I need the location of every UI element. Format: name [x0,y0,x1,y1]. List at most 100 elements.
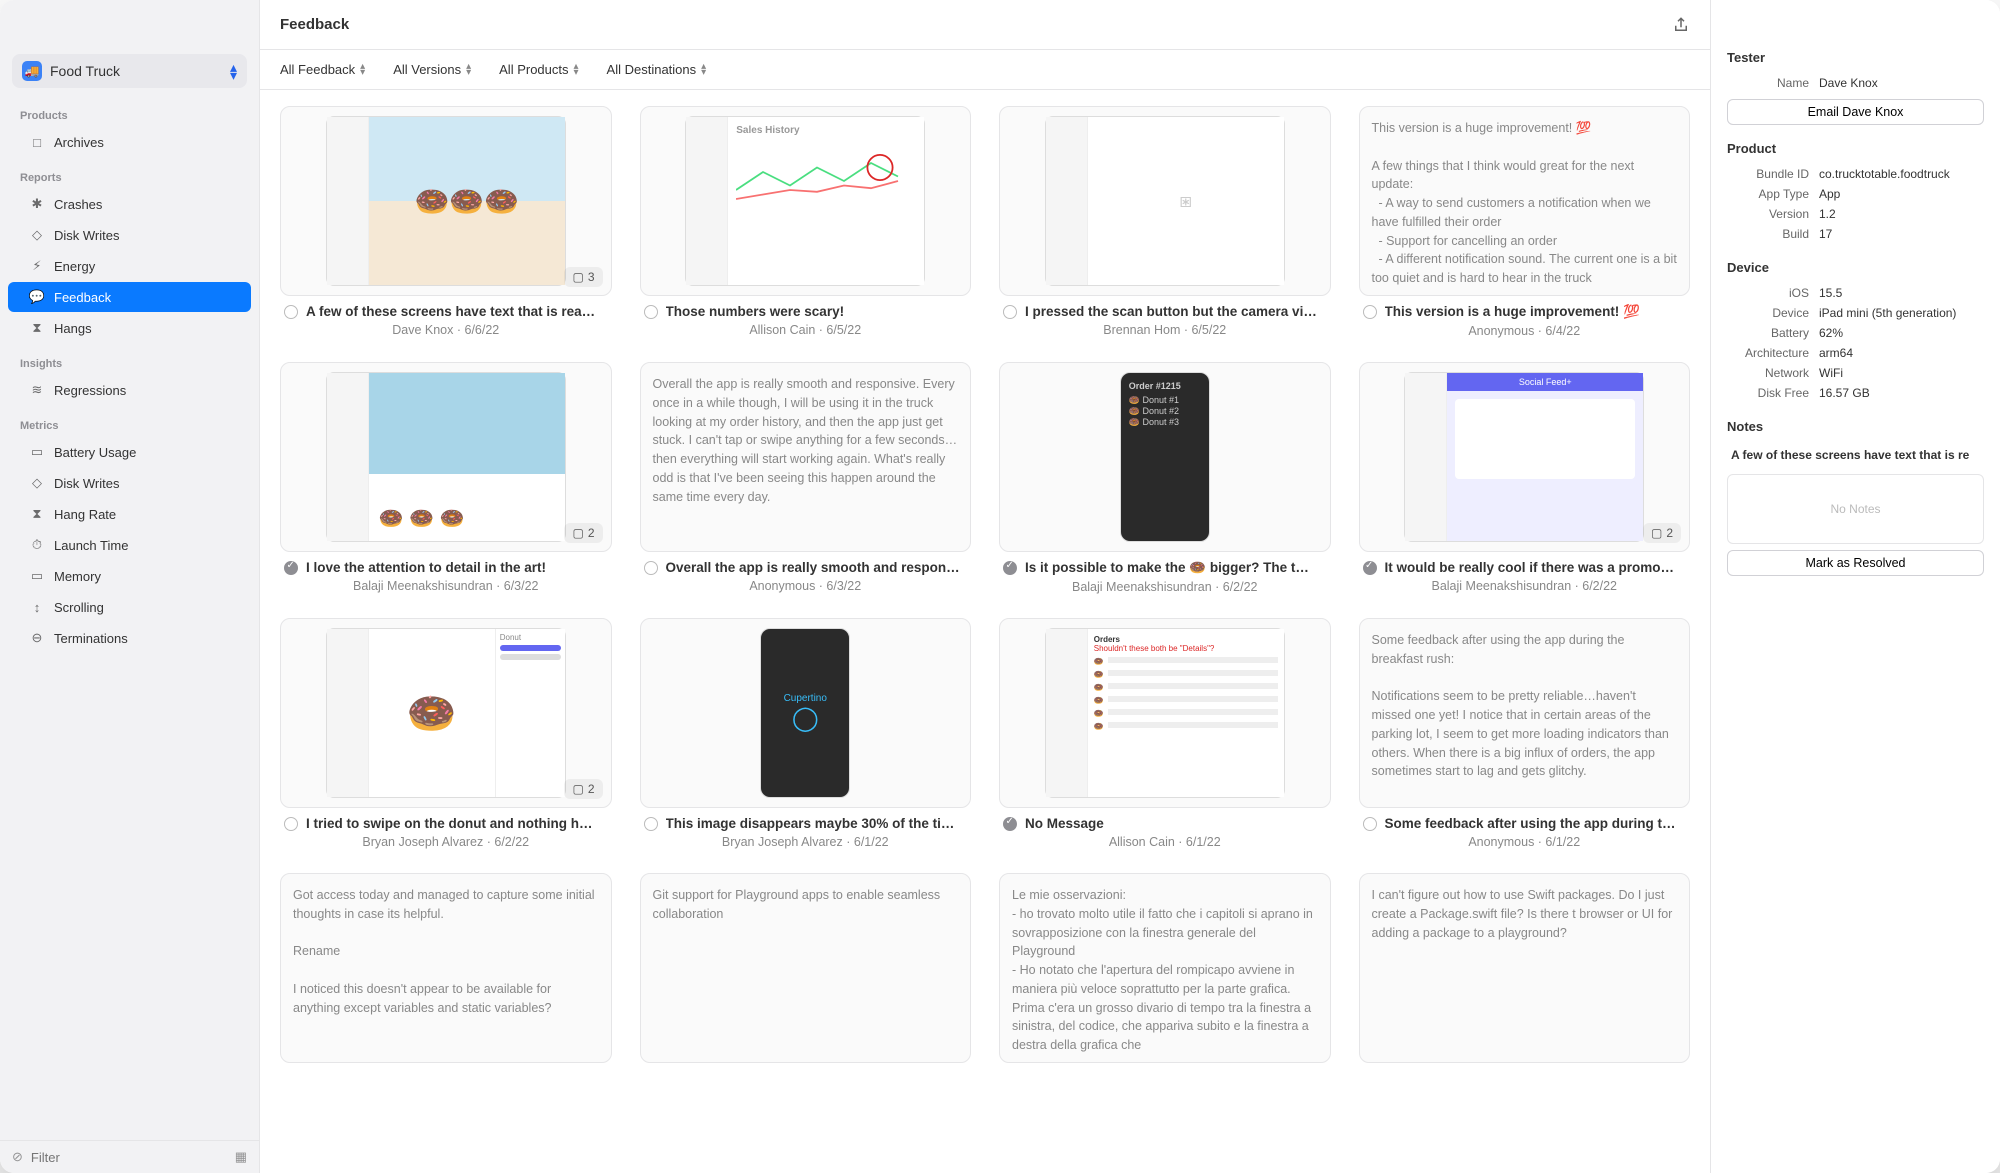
feedback-title: This version is a huge improvement! 💯 [1385,304,1640,320]
inspector: Tester NameDave Knox Email Dave Knox Pro… [1710,0,2000,1173]
sidebar-item-energy[interactable]: ⚡︎Energy [8,251,251,281]
sidebar-item-disk-writes[interactable]: ◇ Disk Writes [8,220,251,250]
filter-icon: ⊘ [12,1149,23,1165]
filter-all-products[interactable]: All Products▴▾ [499,62,578,77]
feedback-meta: Allison Cain · 6/5/22 [640,321,972,337]
launch-icon: ⏱ [28,536,46,554]
sidebar-item-regressions[interactable]: ≋ Regressions [8,375,251,405]
feedback-title: It would be really cool if there was a p… [1385,560,1675,575]
feedback-card[interactable]: 🍩 🍩 🍩▢ 2I love the attention to detail i… [280,362,612,594]
feedback-card[interactable]: Git support for Playground apps to enabl… [640,873,972,1063]
sidebar: 🚚 Food Truck ▴▾ Products□ArchivesReports… [0,0,260,1173]
section-label: Reports [0,158,259,188]
sidebar-item-feedback[interactable]: 💬Feedback [8,282,251,312]
share-icon[interactable] [1672,16,1690,34]
sidebar-item-launch-time[interactable]: ⏱ Launch Time [8,530,251,560]
feedback-grid: 🍩🍩🍩▢ 3A few of these screens have text t… [280,106,1690,1063]
chevron-up-down-icon: ▴▾ [360,64,365,76]
feedback-thumbnail: Le mie osservazioni: - ho trovato molto … [999,873,1331,1063]
feedback-card[interactable]: Cupertino◯This image disappears maybe 30… [640,618,972,849]
feedback-meta: Brennan Hom · 6/5/22 [999,321,1331,337]
feedback-title: Is it possible to make the 🍩 bigger? The… [1025,560,1309,576]
sidebar-item-label: Hangs [54,321,92,336]
chevron-up-down-icon: ▴▾ [574,64,579,76]
feedback-thumbnail: Cupertino◯ [640,618,972,808]
mark-resolved-button[interactable]: Mark as Resolved [1727,550,1984,576]
sidebar-item-terminations[interactable]: ⊖Terminations [8,623,251,653]
screenshot-count-badge: ▢ 3 [564,267,602,287]
app-switcher[interactable]: 🚚 Food Truck ▴▾ [12,54,247,88]
sidebar-item-label: Archives [54,135,104,150]
disk-icon: ◇ [28,474,46,492]
feedback-card[interactable]: I can't figure out how to use Swift pack… [1359,873,1691,1063]
sidebar-item-battery-usage[interactable]: ▭Battery Usage [8,437,251,467]
sidebar-item-scrolling[interactable]: ↕Scrolling [8,592,251,622]
feedback-card[interactable]: Got access today and managed to capture … [280,873,612,1063]
stack-icon: ▢ [1651,526,1662,540]
filter-all-destinations[interactable]: All Destinations▴▾ [607,62,707,77]
email-tester-button[interactable]: Email Dave Knox [1727,99,1984,125]
feedback-card[interactable]: Order #1215🍩 Donut #1🍩 Donut #2🍩 Donut #… [999,362,1331,594]
feedback-card[interactable]: ⧆I pressed the scan button but the camer… [999,106,1331,338]
filter-all-feedback[interactable]: All Feedback▴▾ [280,62,365,77]
regressions-icon: ≋ [28,381,46,399]
feedback-thumbnail: Git support for Playground apps to enabl… [640,873,972,1063]
status-resolved-icon [1363,561,1377,575]
feedback-card[interactable]: OrdersShouldn't these both be "Details"?… [999,618,1331,849]
sidebar-toggle-icon[interactable]: ▦ [235,1149,247,1165]
sidebar-item-disk-writes[interactable]: ◇ Disk Writes [8,468,251,498]
feedback-card[interactable]: This version is a huge improvement! 💯 A … [1359,106,1691,338]
sidebar-item-memory[interactable]: ▭Memory [8,561,251,591]
status-open-icon [1363,305,1377,319]
page-title: Feedback [280,16,349,33]
sidebar-item-label: Disk Writes [54,476,119,491]
feedback-meta: Balaji Meenakshisundran · 6/2/22 [1359,577,1691,593]
feedback-meta: Anonymous · 6/3/22 [640,577,972,593]
feedback-title: A few of these screens have text that is… [306,304,595,319]
feedback-title: Those numbers were scary! [666,304,845,319]
feedback-thumbnail: OrdersShouldn't these both be "Details"?… [999,618,1331,808]
status-open-icon [1003,305,1017,319]
notes-heading: Notes [1727,419,1984,434]
feedback-card[interactable]: Social Feed+▢ 2It would be really cool i… [1359,362,1691,594]
feedback-meta: Anonymous · 6/1/22 [1359,833,1691,849]
feedback-meta: Bryan Joseph Alvarez · 6/2/22 [280,833,612,849]
feedback-card[interactable]: 🍩Donut▢ 2I tried to swipe on the donut a… [280,618,612,849]
sidebar-item-label: Disk Writes [54,228,119,243]
notes-box[interactable]: No Notes [1727,474,1984,544]
sidebar-item-archives[interactable]: □Archives [8,127,251,157]
sidebar-item-label: Launch Time [54,538,128,553]
filter-input[interactable] [31,1150,227,1165]
feedback-icon: 💬 [28,288,46,306]
filter-all-versions[interactable]: All Versions▴▾ [393,62,471,77]
section-label: Metrics [0,406,259,436]
feedback-title: No Message [1025,816,1104,831]
feedback-card[interactable]: Overall the app is really smooth and res… [640,362,972,594]
feedback-thumbnail: This version is a huge improvement! 💯 A … [1359,106,1691,296]
sidebar-item-label: Regressions [54,383,126,398]
product-heading: Product [1727,141,1984,156]
sidebar-item-crashes[interactable]: ✱Crashes [8,189,251,219]
feedback-card[interactable]: Some feedback after using the app during… [1359,618,1691,849]
disk-icon: ◇ [28,226,46,244]
status-open-icon [644,561,658,575]
status-open-icon [644,817,658,831]
sidebar-item-hangs[interactable]: ⧗Hangs [8,313,251,343]
scroll-icon: ↕ [28,598,46,616]
section-label: Products [0,96,259,126]
chevron-up-down-icon: ▴▾ [701,64,706,76]
status-resolved-icon [1003,817,1017,831]
feedback-card[interactable]: Sales HistoryThose numbers were scary!Al… [640,106,972,338]
sidebar-item-label: Memory [54,569,101,584]
feedback-card[interactable]: Le mie osservazioni: - ho trovato molto … [999,873,1331,1063]
sidebar-item-hang-rate[interactable]: ⧗Hang Rate [8,499,251,529]
sidebar-item-label: Energy [54,259,95,274]
sidebar-item-label: Terminations [54,631,128,646]
titlebar: Feedback [260,0,1710,50]
status-open-icon [284,305,298,319]
feedback-card[interactable]: 🍩🍩🍩▢ 3A few of these screens have text t… [280,106,612,338]
feedback-title: Overall the app is really smooth and res… [666,560,960,575]
status-open-icon [1363,817,1377,831]
status-resolved-icon [284,561,298,575]
feedback-thumbnail: Order #1215🍩 Donut #1🍩 Donut #2🍩 Donut #… [999,362,1331,552]
